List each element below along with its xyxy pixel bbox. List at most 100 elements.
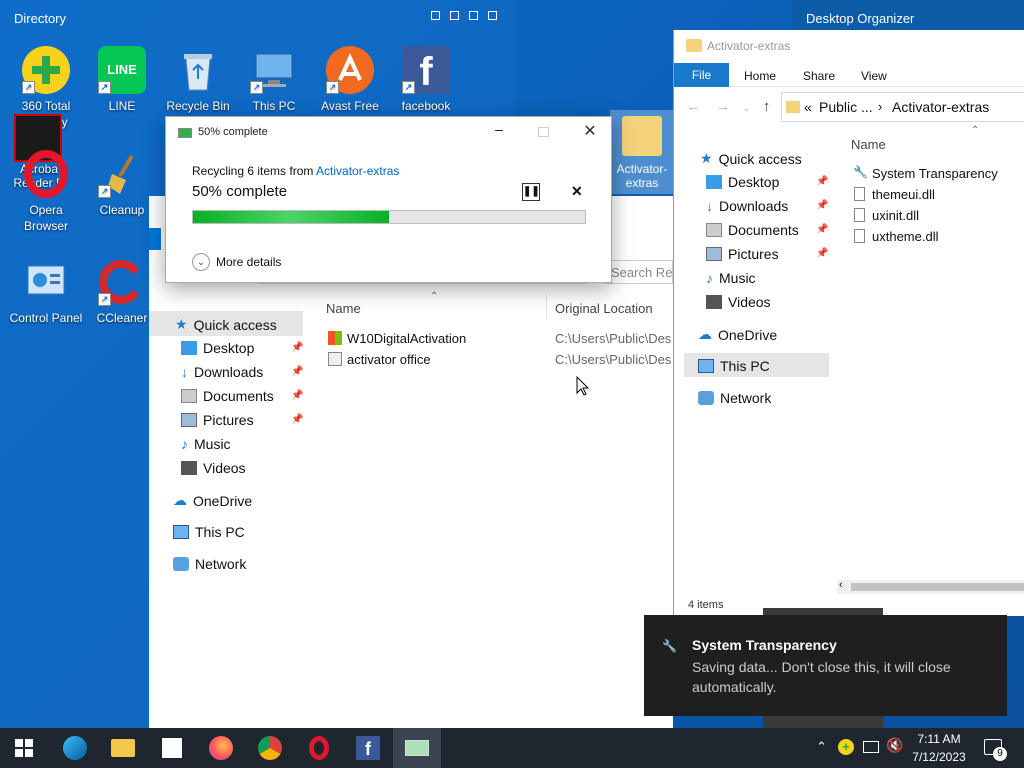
desktop-icon-opera[interactable]: Opera Browser <box>8 150 84 234</box>
nav-label: Quick access <box>193 316 277 333</box>
clock-time[interactable]: 7:11 AM <box>915 732 963 746</box>
ribbon-view-tab[interactable]: View <box>861 69 887 83</box>
nav-pictures[interactable]: Pictures <box>706 246 779 262</box>
firefox-button[interactable] <box>197 728 245 768</box>
nav-label: This PC <box>720 358 770 374</box>
nav-label: Downloads <box>194 364 264 380</box>
edge-button[interactable] <box>51 728 99 768</box>
pin-icon: 📌 <box>291 390 304 401</box>
column-header-name[interactable]: Name <box>326 301 361 316</box>
more-details-toggle[interactable]: ⌄ More details <box>192 253 281 271</box>
fence-menu-icon[interactable] <box>469 11 478 20</box>
search-box[interactable]: Search Re <box>604 260 673 284</box>
breadcrumb-overflow[interactable]: « <box>804 99 812 115</box>
nav-onedrive[interactable]: ☁ OneDrive <box>698 326 777 343</box>
column-header-name[interactable]: Name <box>851 137 886 152</box>
desktop-icon-this-pc[interactable]: ↗ This PC <box>236 46 312 114</box>
window-header-band <box>149 228 161 250</box>
nav-documents[interactable]: Documents <box>706 222 799 238</box>
address-bar[interactable]: « Public ... › Activator-extras <box>781 92 1024 122</box>
recent-chevron-icon[interactable]: ⌄ <box>742 103 750 114</box>
nav-quick-access[interactable]: ★ Quick access <box>175 316 277 333</box>
minimize-button[interactable]: – <box>489 121 509 141</box>
edge-icon <box>63 736 87 760</box>
nav-downloads[interactable]: ↓ Downloads <box>181 364 263 380</box>
up-arrow-icon[interactable]: ↑ <box>763 98 771 115</box>
file-row[interactable]: W10DigitalActivation C:\Users\Public\Des <box>326 329 673 349</box>
file-row[interactable]: activator office C:\Users\Public\Des <box>326 350 673 370</box>
cloud-icon: ☁ <box>698 326 712 342</box>
ribbon-file-tab[interactable]: File <box>674 63 729 87</box>
download-arrow-icon: ↓ <box>706 198 713 214</box>
nav-music[interactable]: ♪ Music <box>706 270 756 286</box>
opera-button[interactable] <box>295 728 343 768</box>
breadcrumb-parent[interactable]: Public ... <box>819 99 873 115</box>
recycling-text: Recycling 6 items from <box>192 164 317 178</box>
breadcrumb-current[interactable]: Activator-extras <box>892 99 989 115</box>
horizontal-scrollbar[interactable]: ‹ <box>837 579 1024 594</box>
nav-onedrive[interactable]: ☁ OneDrive <box>173 492 252 509</box>
file-explorer-button[interactable] <box>99 728 147 768</box>
desktop-icon-control-panel[interactable]: Control Panel <box>8 258 84 326</box>
nav-videos[interactable]: Videos <box>181 460 246 476</box>
desktop-icon-facebook[interactable]: f ↗ facebook <box>388 46 464 114</box>
desktop-icon-recycle-bin[interactable]: Recycle Bin <box>160 46 236 114</box>
window-title-bar[interactable]: Activator-extras <box>674 30 1024 62</box>
fence-collapse-icon[interactable] <box>488 11 497 20</box>
scrollbar-thumb[interactable] <box>851 583 1024 591</box>
nav-label: Documents <box>203 388 274 404</box>
start-button[interactable] <box>0 728 48 768</box>
windows-logo-icon <box>328 331 342 345</box>
back-arrow-icon[interactable]: ← <box>686 98 701 115</box>
tray-plus-icon[interactable]: + <box>838 739 854 755</box>
nav-network[interactable]: Network <box>698 390 771 406</box>
file-row[interactable]: uxinit.dll <box>853 206 1023 226</box>
file-row[interactable]: 🔧 System Transparency <box>853 164 1023 184</box>
facebook-button[interactable]: f <box>344 728 392 768</box>
ribbon-tabs: File Home Share View <box>674 63 1024 87</box>
file-name: activator office <box>347 352 431 367</box>
ribbon-share-tab[interactable]: Share <box>803 69 835 83</box>
desktop-icon-avast[interactable]: ↗ Avast Free <box>312 46 388 114</box>
column-divider <box>546 294 547 320</box>
recycle-task-button[interactable] <box>393 728 441 768</box>
music-note-icon: ♪ <box>706 270 713 286</box>
nav-videos[interactable]: Videos <box>706 294 771 310</box>
progress-status: 50% complete <box>192 183 288 200</box>
cancel-x-button[interactable]: ✕ <box>571 183 583 200</box>
nav-quick-access[interactable]: ★ Quick access <box>700 150 802 167</box>
source-folder-link[interactable]: Activator-extras <box>316 164 399 178</box>
pin-icon: 📌 <box>291 366 304 377</box>
nav-music[interactable]: ♪ Music <box>181 436 231 452</box>
column-header-location[interactable]: Original Location <box>555 301 653 316</box>
chrome-button[interactable] <box>246 728 294 768</box>
show-hidden-icons-chevron[interactable]: ⌃ <box>816 739 827 755</box>
desktop-icon-line[interactable]: LINE ↗ LINE <box>84 46 160 114</box>
nav-this-pc[interactable]: This PC <box>698 358 770 374</box>
desktop-icon-activator-extras[interactable]: Activator-extras <box>610 110 674 194</box>
nav-documents[interactable]: Documents <box>181 388 274 404</box>
clock-date[interactable]: 7/12/2023 <box>909 750 969 764</box>
nav-desktop[interactable]: Desktop <box>181 340 254 356</box>
icon-label: facebook <box>401 99 451 113</box>
pause-button[interactable]: ❚❚ <box>522 183 540 201</box>
nav-downloads[interactable]: ↓ Downloads <box>706 198 788 214</box>
fence-lock-icon[interactable] <box>450 11 459 20</box>
store-button[interactable] <box>148 728 196 768</box>
toast-notification[interactable]: 🔧 System Transparency Saving data... Don… <box>644 615 1007 716</box>
fence-list-icon[interactable] <box>431 11 440 20</box>
forward-arrow-icon[interactable]: → <box>715 98 730 115</box>
fence-controls[interactable] <box>431 11 497 20</box>
folder-icon <box>786 101 800 113</box>
network-status-icon[interactable] <box>863 741 879 753</box>
ribbon-home-tab[interactable]: Home <box>744 69 776 83</box>
file-row[interactable]: themeui.dll <box>853 185 1023 205</box>
file-row[interactable]: uxtheme.dll <box>853 227 1023 247</box>
nav-this-pc[interactable]: This PC <box>173 524 245 540</box>
nav-desktop[interactable]: Desktop <box>706 174 779 190</box>
close-button[interactable]: ✕ <box>580 121 600 141</box>
nav-pictures[interactable]: Pictures <box>181 412 254 428</box>
volume-muted-icon[interactable]: 🔇 <box>886 737 903 754</box>
nav-network[interactable]: Network <box>173 556 246 572</box>
scroll-left-icon[interactable]: ‹ <box>839 579 843 591</box>
